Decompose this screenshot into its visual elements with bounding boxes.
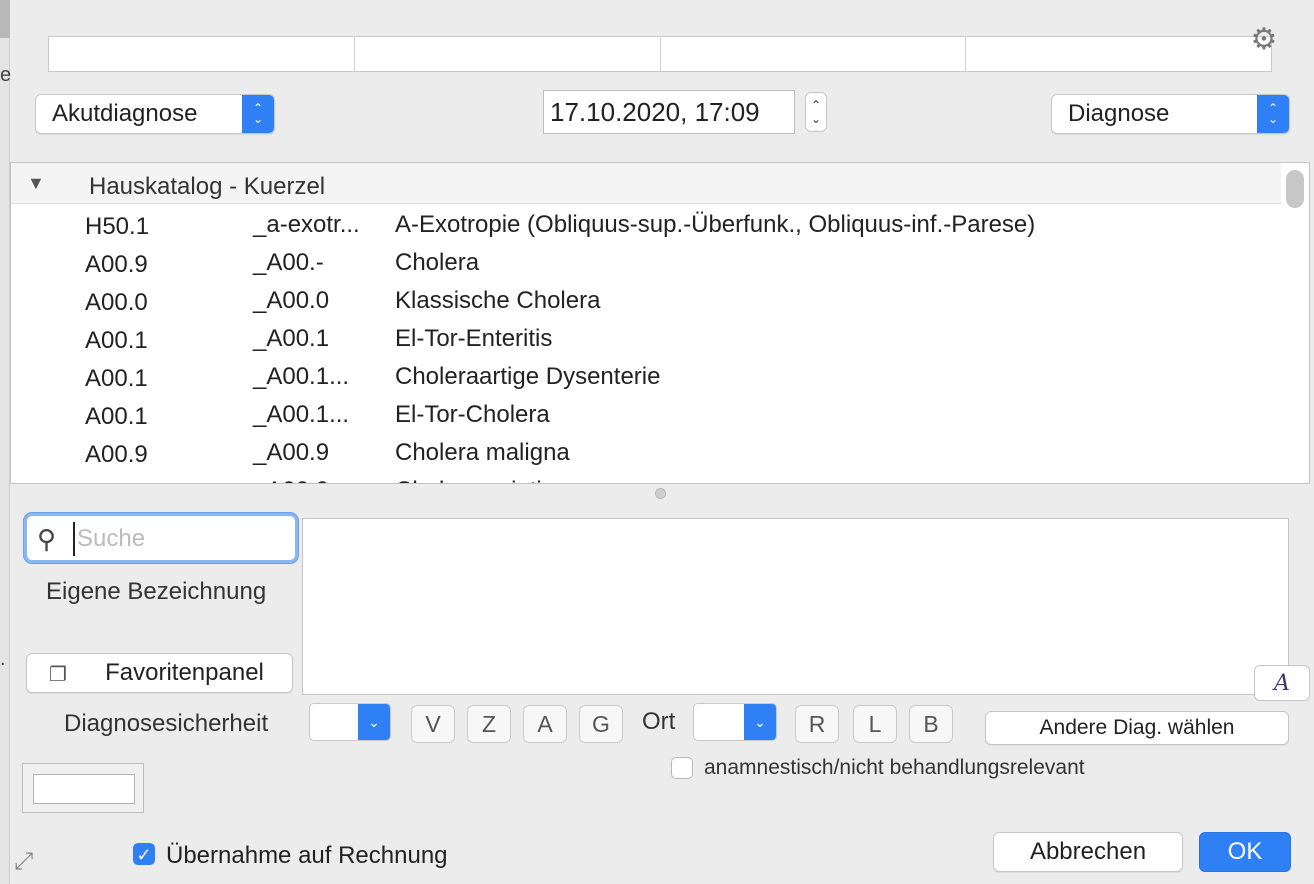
row-short: _A00.1... bbox=[253, 363, 350, 390]
category-value: Diagnose bbox=[1068, 100, 1170, 127]
row-name: El-Tor-Enteritis bbox=[395, 325, 553, 352]
row-short: _A00.1... bbox=[253, 401, 350, 428]
color-well[interactable] bbox=[22, 763, 144, 813]
row-name: Cholera maligna bbox=[395, 439, 570, 466]
top-field-2[interactable] bbox=[355, 37, 661, 71]
row-code: A00.9 bbox=[85, 441, 148, 468]
chevron-updown-icon: ⌃ ⌄ bbox=[1257, 95, 1289, 133]
chevron-down-icon: ⌄ bbox=[744, 704, 776, 740]
table-row[interactable]: A00.0 _A00.0 Klassische Cholera bbox=[11, 281, 1281, 319]
search-input[interactable] bbox=[73, 522, 289, 556]
diagnosesicherheit-select[interactable]: ⌄ bbox=[309, 703, 391, 741]
table-row[interactable]: A00.9 _A00.9 Cholera asiatica bbox=[11, 471, 1281, 483]
search-field[interactable]: ⚲ bbox=[24, 513, 298, 563]
diagnosesicherheit-label: Diagnosesicherheit bbox=[64, 710, 269, 737]
table-row[interactable]: A00.1 _A00.1 El-Tor-Enteritis bbox=[11, 319, 1281, 357]
certainty-button-v[interactable]: V bbox=[411, 705, 455, 743]
andere-diag-button[interactable]: Andere Diag. wählen bbox=[985, 711, 1289, 745]
background-window-edge bbox=[0, 0, 10, 884]
table-row[interactable]: H50.1 _a-exotr... A-Exotropie (Obliquus-su… bbox=[11, 205, 1281, 243]
row-short: _A00.0 bbox=[253, 287, 330, 314]
row-code: A00.0 bbox=[85, 289, 148, 316]
eigene-bezeichnung-label: Eigene Bezeichnung bbox=[46, 578, 267, 605]
table-scrollbar[interactable] bbox=[1286, 170, 1304, 208]
chevron-down-icon: ⌄ bbox=[358, 704, 390, 740]
row-name: Klassische Cholera bbox=[395, 287, 601, 314]
table-row[interactable]: A00.9 _A00.9 Cholera maligna bbox=[11, 433, 1281, 471]
certainty-button-g[interactable]: G bbox=[579, 705, 623, 743]
row-code: A00.1 bbox=[85, 365, 148, 392]
row-code: H50.1 bbox=[85, 213, 150, 240]
table-row[interactable]: A00.9 _A00.- Cholera bbox=[11, 243, 1281, 281]
row-name: A-Exotropie (Obliquus-sup.-Überfunk., Ob… bbox=[395, 211, 1036, 238]
font-button[interactable]: A bbox=[1254, 665, 1310, 701]
datetime-field[interactable]: 17.10.2020, 17:09 bbox=[543, 90, 795, 134]
diagnosis-type-value: Akutdiagnose bbox=[52, 100, 198, 127]
row-short: _a-exotr... bbox=[253, 211, 360, 238]
table-row[interactable]: A00.1 _A00.1... El-Tor-Cholera bbox=[11, 395, 1281, 433]
chevron-updown-icon: ⌃ ⌄ bbox=[242, 95, 274, 133]
row-name: Cholera asiatica bbox=[395, 477, 567, 483]
row-name: Choleraartige Dysenterie bbox=[395, 363, 661, 390]
top-field-4[interactable] bbox=[966, 37, 1271, 71]
uebernahme-checkbox[interactable]: ✓ bbox=[133, 843, 155, 865]
datetime-stepper[interactable]: ⌃ ⌄ bbox=[805, 92, 827, 132]
favorites-icon: ❐ bbox=[49, 664, 67, 686]
anamnestisch-label: anamnestisch/nicht behandlungsrelevant bbox=[704, 756, 1085, 779]
ort-label: Ort bbox=[642, 708, 676, 735]
category-select[interactable]: Diagnose ⌃ ⌄ bbox=[1051, 94, 1290, 134]
catalog-group-header[interactable]: ▼ Hauskatalog - Kuerzel bbox=[11, 163, 1281, 204]
catalog-group-title: Hauskatalog - Kuerzel bbox=[89, 173, 326, 200]
color-well-swatch bbox=[33, 774, 135, 804]
catalog-table[interactable]: ▼ Hauskatalog - Kuerzel H50.1 _a-exotr...… bbox=[10, 162, 1310, 484]
certainty-button-z[interactable]: Z bbox=[467, 705, 511, 743]
top-field-strip bbox=[48, 36, 1272, 72]
ok-button[interactable]: OK bbox=[1199, 832, 1291, 872]
row-short: _A00.1 bbox=[253, 325, 330, 352]
background-window-titlebar bbox=[0, 0, 10, 38]
background-text-fragment: e bbox=[0, 64, 12, 86]
ort-select[interactable]: ⌄ bbox=[693, 703, 777, 741]
side-button-l[interactable]: L bbox=[853, 705, 897, 743]
anamnestisch-checkbox[interactable] bbox=[671, 757, 693, 779]
side-button-b[interactable]: B bbox=[909, 705, 953, 743]
row-name: El-Tor-Cholera bbox=[395, 401, 550, 428]
stepper-down-icon[interactable]: ⌄ bbox=[811, 112, 821, 126]
cancel-button[interactable]: Abbrechen bbox=[993, 832, 1183, 872]
top-field-1[interactable] bbox=[49, 37, 355, 71]
row-short: _A00.- bbox=[253, 249, 324, 276]
row-name: Cholera bbox=[395, 249, 480, 276]
background-text-fragment-2: . bbox=[0, 648, 6, 670]
top-field-3[interactable] bbox=[661, 37, 967, 71]
gear-icon[interactable]: ⚙ bbox=[1248, 24, 1280, 56]
disclosure-triangle-icon[interactable]: ▼ bbox=[27, 173, 45, 194]
favoritenpanel-label: Favoritenpanel bbox=[105, 659, 264, 686]
row-code: A00.9 bbox=[85, 251, 148, 278]
row-code: A00.1 bbox=[85, 327, 148, 354]
stepper-up-icon[interactable]: ⌃ bbox=[811, 98, 821, 112]
table-row[interactable]: A00.1 _A00.1... Choleraartige Dysenterie bbox=[11, 357, 1281, 395]
favoritenpanel-button[interactable]: ❐ Favoritenpanel bbox=[26, 653, 293, 693]
diagnosis-type-select[interactable]: Akutdiagnose ⌃ ⌄ bbox=[35, 94, 275, 134]
side-button-r[interactable]: R bbox=[795, 705, 839, 743]
certainty-button-a[interactable]: A bbox=[523, 705, 567, 743]
eigene-bezeichnung-textarea[interactable] bbox=[302, 518, 1289, 695]
row-code: A00.9 bbox=[85, 479, 148, 483]
row-short: _A00.9 bbox=[253, 477, 329, 483]
row-code: A00.1 bbox=[85, 403, 148, 430]
search-icon: ⚲ bbox=[37, 524, 57, 554]
uebernahme-label: Übernahme auf Rechnung bbox=[166, 842, 448, 869]
split-view-handle[interactable] bbox=[655, 488, 666, 499]
row-short: _A00.9 bbox=[253, 439, 330, 466]
resize-icon[interactable]: ⤢ bbox=[14, 848, 33, 876]
